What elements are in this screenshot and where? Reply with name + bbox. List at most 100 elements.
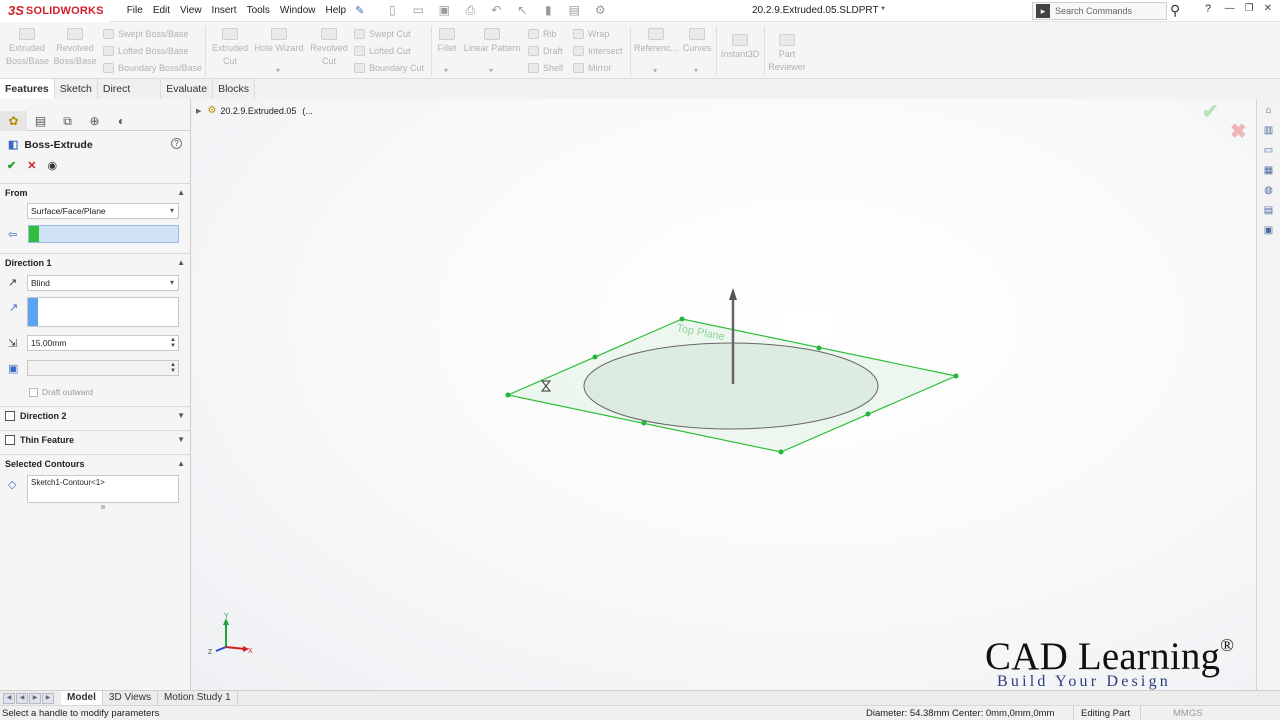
minimize-icon[interactable]: — — [1225, 3, 1235, 14]
linear-pattern-dropdown-icon[interactable]: ▾ — [489, 66, 493, 75]
extruded-cut-button[interactable]: Extruded Cut — [210, 28, 250, 68]
menu-help[interactable]: Help — [321, 5, 352, 16]
menu-insert[interactable]: Insert — [207, 5, 242, 16]
open-icon[interactable]: ▭ — [408, 3, 428, 18]
plane-handle[interactable] — [778, 449, 784, 455]
solidworks-logo[interactable]: 3S SOLIDWORKS — [0, 0, 110, 22]
fillet-button[interactable]: Fillet — [435, 28, 459, 55]
draft-angle-spinner[interactable]: ▲ ▼ — [170, 362, 176, 374]
model-scene[interactable]: Top Plane — [192, 99, 1256, 690]
lofted-boss-button[interactable]: Lofted Boss/Base — [103, 46, 189, 56]
section-direction-2[interactable]: Direction 2 ▼ — [0, 406, 191, 424]
chevron-up-icon[interactable]: ▲ — [177, 188, 185, 197]
wrap-button[interactable]: Wrap — [573, 29, 609, 39]
dimxpert-manager-tab-icon[interactable]: ⊕ — [81, 111, 108, 131]
reverse-direction-icon[interactable]: ↗ — [8, 276, 17, 289]
reference-geometry-button[interactable]: Referenc... — [634, 28, 678, 55]
draft-outward-option[interactable]: Draft outward — [29, 387, 93, 397]
sketch-circle-preview[interactable] — [583, 342, 879, 430]
plane-handle[interactable] — [865, 411, 871, 417]
preview-eye-icon[interactable]: ◉ — [47, 159, 57, 172]
search-scope-icon[interactable]: ▸ — [1036, 4, 1050, 18]
revolved-boss-button[interactable]: Revolved Boss/Base — [53, 28, 97, 68]
curves-button[interactable]: Curves — [681, 28, 713, 55]
close-icon[interactable]: ✕ — [1264, 3, 1272, 14]
chevron-down-icon[interactable]: ▼ — [177, 435, 185, 444]
help-icon[interactable]: ? — [171, 138, 182, 149]
draft-angle-input[interactable]: ▲ ▼ — [27, 360, 179, 376]
view-palette-icon[interactable]: ▦ — [1261, 165, 1277, 179]
restore-icon[interactable]: ❐ — [1245, 3, 1254, 14]
search-commands-field[interactable]: ▸ Search Commands — [1032, 2, 1167, 20]
draft-outward-checkbox[interactable] — [29, 387, 38, 397]
chevron-up-icon[interactable]: ▲ — [177, 258, 185, 267]
depth-input[interactable]: 15.00mm ▲ ▼ — [27, 335, 179, 351]
plane-handle[interactable] — [641, 420, 647, 426]
search-icon[interactable]: ⚲ — [1170, 2, 1180, 19]
menu-edit[interactable]: Edit — [148, 5, 175, 16]
home-icon[interactable]: ⌂ — [1261, 105, 1277, 119]
extruded-boss-button[interactable]: Extruded Boss/Base — [6, 28, 49, 68]
section-direction-1[interactable]: Direction 1 ▲ — [0, 253, 191, 271]
shell-button[interactable]: Shell — [528, 63, 563, 73]
intersect-button[interactable]: Intersect — [573, 46, 623, 56]
section-from[interactable]: From ▲ — [0, 183, 191, 201]
chevron-down-icon[interactable]: ▼ — [177, 411, 185, 420]
mirror-button[interactable]: Mirror — [573, 63, 612, 73]
section-selected-contours[interactable]: Selected Contours ▲ — [0, 454, 191, 472]
help-button[interactable]: ? — [1205, 3, 1211, 15]
thin-feature-checkbox[interactable] — [5, 434, 15, 445]
direction-2-checkbox[interactable] — [5, 410, 15, 421]
menu-view[interactable]: View — [175, 5, 207, 16]
tab-evaluate[interactable]: Evaluate — [161, 79, 214, 99]
lofted-cut-button[interactable]: Lofted Cut — [354, 46, 411, 56]
boundary-cut-button[interactable]: Boundary Cut — [354, 63, 424, 73]
hole-wizard-button[interactable]: Hole Wizard — [253, 28, 305, 55]
status-units[interactable]: MMGS — [1173, 708, 1203, 719]
prev-tab-icon[interactable]: ◀ — [16, 692, 28, 704]
feature-manager-tab-icon[interactable]: ✿ — [0, 111, 27, 131]
plane-handle[interactable] — [953, 373, 959, 379]
instant3d-button[interactable]: Instant3D — [719, 34, 761, 61]
swept-cut-button[interactable]: Swept Cut — [354, 29, 411, 39]
file-explorer-icon[interactable]: ▭ — [1261, 145, 1277, 159]
undo-icon[interactable]: ↶ — [486, 3, 506, 18]
cancel-x-icon[interactable]: ✕ — [27, 159, 36, 172]
forum-icon[interactable]: ▣ — [1261, 225, 1277, 239]
hole-wizard-dropdown-icon[interactable]: ▾ — [276, 66, 280, 75]
selected-contours-list[interactable]: Sketch1-Contour<1> — [27, 475, 179, 503]
plane-handle[interactable] — [679, 316, 685, 322]
next-tab-icon[interactable]: ▶ — [29, 692, 41, 704]
reference-dropdown-icon[interactable]: ▾ — [653, 66, 657, 75]
print-icon[interactable]: ⎙ — [460, 3, 480, 18]
rib-button[interactable]: Rib — [528, 29, 557, 39]
rebuild-icon[interactable]: ▮ — [538, 3, 558, 18]
graphics-area[interactable]: ▶ ⚙ 20.2.9.Extruded.05 (... ⚲ ⚲ ↺ ▧ ◈ ▣ … — [192, 99, 1256, 690]
configuration-manager-tab-icon[interactable]: ⧉ — [54, 111, 81, 131]
revolved-cut-button[interactable]: Revolved Cut — [308, 28, 350, 68]
section-thin-feature[interactable]: Thin Feature ▼ — [0, 430, 191, 448]
tab-direct-editing[interactable]: Direct Editing — [97, 79, 162, 115]
fillet-dropdown-icon[interactable]: ▾ — [444, 66, 448, 75]
ok-check-icon[interactable]: ✔ — [7, 159, 16, 172]
part-reviewer-button[interactable]: Part Reviewer — [767, 34, 807, 74]
tab-sketch[interactable]: Sketch — [54, 79, 98, 99]
select-icon[interactable]: ↖ — [512, 3, 532, 18]
property-manager-tab-icon[interactable]: ▤ — [27, 111, 54, 131]
options-gear-icon[interactable]: ⚙ — [590, 3, 610, 18]
curves-dropdown-icon[interactable]: ▾ — [694, 66, 698, 75]
plane-handle[interactable] — [505, 392, 511, 398]
direction-selection-box[interactable] — [27, 297, 179, 327]
last-tab-icon[interactable]: ▶ — [42, 692, 54, 704]
menu-file[interactable]: File — [122, 5, 148, 16]
tab-features[interactable]: Features — [0, 79, 55, 99]
tab-model[interactable]: Model — [61, 690, 103, 706]
depth-spinner[interactable]: ▲ ▼ — [170, 337, 176, 349]
tab-blocks[interactable]: Blocks — [213, 79, 255, 99]
pin-menu-icon[interactable]: ✎ — [355, 4, 364, 17]
tab-3d-views[interactable]: 3D Views — [103, 690, 158, 706]
plane-handle[interactable] — [592, 354, 598, 360]
draft-button[interactable]: Draft — [528, 46, 563, 56]
file-properties-icon[interactable]: ▤ — [564, 3, 584, 18]
custom-properties-icon[interactable]: ▤ — [1261, 205, 1277, 219]
